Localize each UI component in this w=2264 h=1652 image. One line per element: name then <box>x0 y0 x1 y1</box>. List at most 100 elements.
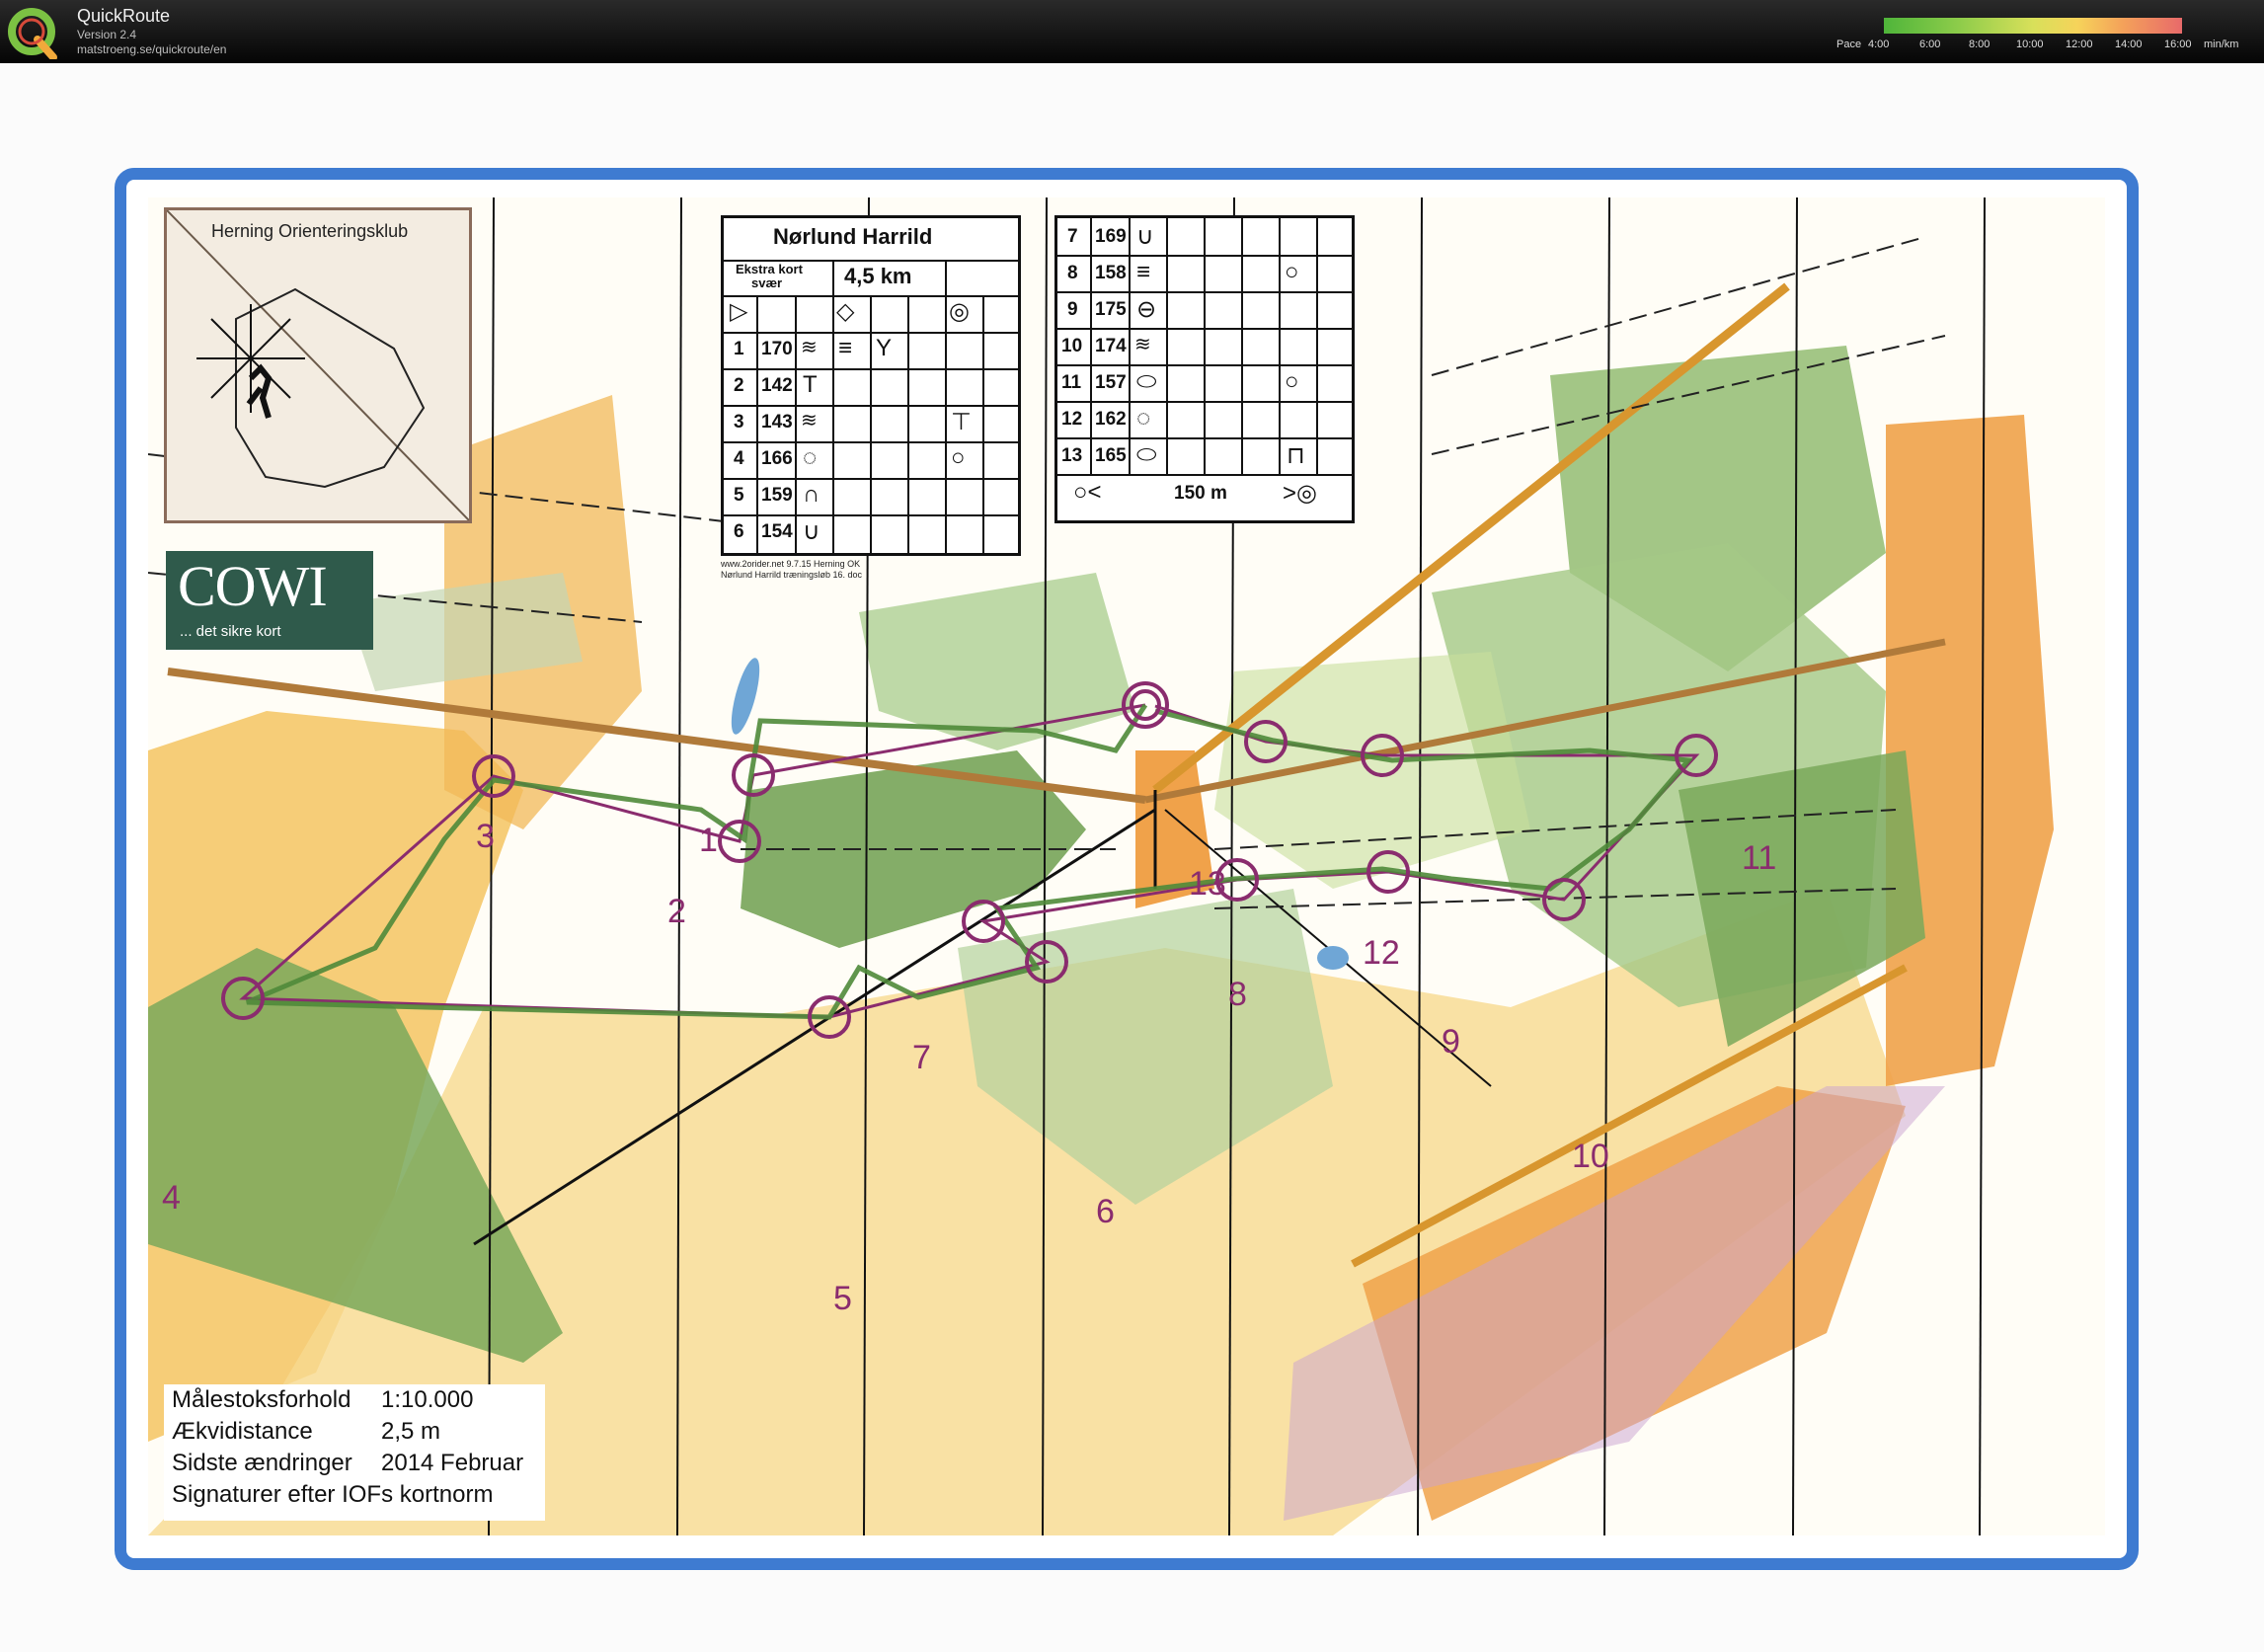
control-label-11: 11 <box>1742 839 1777 877</box>
info-label: Ækvidistance <box>172 1418 313 1445</box>
circle-icon: ○ <box>1285 259 1299 285</box>
control-code: 154 <box>761 521 793 542</box>
app-url: matstroeng.se/quickroute/en <box>77 42 227 56</box>
diamond-icon: ◇ <box>836 298 855 325</box>
control-label-6: 6 <box>1096 1193 1115 1230</box>
dotted-circle-icon: ◌ <box>1136 405 1151 432</box>
oval-icon: ⬭ <box>1136 441 1157 468</box>
control-code: 142 <box>761 375 793 396</box>
control-number: 7 <box>1067 226 1078 247</box>
depression-icon: ∪ <box>803 518 820 545</box>
app-name: QuickRoute <box>77 6 171 26</box>
info-value: 2014 Februar <box>381 1450 524 1476</box>
finish-distance: 150 m <box>1174 483 1227 504</box>
control-label-4: 4 <box>162 1179 181 1217</box>
marsh-icon: ≋ <box>1134 334 1151 355</box>
start-triangle-icon: ▷ <box>730 298 748 325</box>
marsh-icon: ≋ <box>801 410 818 432</box>
control-circle-icon: ◎ <box>949 298 970 325</box>
control-number: 13 <box>1061 445 1083 466</box>
control-number: 5 <box>734 485 744 506</box>
pace-tick: 12:00 <box>2066 39 2093 50</box>
control-label-8: 8 <box>1228 976 1247 1013</box>
pace-tick: 4:00 <box>1868 39 1890 50</box>
credit-line: Nørlund Harrild træningsløb 16. doc <box>721 570 863 580</box>
control-number: 2 <box>734 375 744 396</box>
finish-start-icon: ○< <box>1073 479 1102 506</box>
app-header: QuickRoute Version 2.4 matstroeng.se/qui… <box>0 0 2264 63</box>
pace-unit: min/km <box>2204 39 2239 50</box>
dotted-circle-icon: ◌ <box>803 444 818 471</box>
knoll-icon: ∩ <box>803 481 820 508</box>
control-code: 159 <box>761 485 793 506</box>
pace-tick: 6:00 <box>1919 39 1941 50</box>
control-label-2: 2 <box>667 893 686 930</box>
control-code: 143 <box>761 412 793 433</box>
control-number: 3 <box>734 412 744 433</box>
control-label-13: 13 <box>1189 865 1226 903</box>
sponsor-name: COWI <box>178 554 328 618</box>
control-number: 6 <box>734 521 744 542</box>
equals-icon: ≡ <box>1136 259 1151 285</box>
app-version: Version 2.4 <box>77 28 137 41</box>
control-number: 8 <box>1067 263 1078 283</box>
control-code: 158 <box>1095 263 1127 283</box>
junction-icon: T <box>803 371 818 398</box>
pace-ticks: 4:00 6:00 8:00 10:00 12:00 14:00 16:00 <box>1868 39 2192 52</box>
quickroute-logo-icon <box>8 8 57 59</box>
info-value: 2,5 m <box>381 1418 441 1445</box>
control-number: 4 <box>734 448 744 469</box>
control-label-7: 7 <box>912 1039 931 1076</box>
control-code: 174 <box>1095 336 1127 356</box>
info-value: 1:10.000 <box>381 1386 474 1413</box>
pace-tick: 10:00 <box>2016 39 2044 50</box>
control-number: 11 <box>1061 372 1082 393</box>
course-length: 4,5 km <box>844 264 912 288</box>
control-descriptions-1: Nørlund Harrild Ekstra kort svær 4,5 km … <box>721 215 1021 556</box>
info-label: Sidste ændringer <box>172 1450 352 1476</box>
control-code: 162 <box>1095 409 1127 430</box>
control-code: 170 <box>761 339 793 359</box>
control-code: 169 <box>1095 226 1127 247</box>
club-inset-map <box>164 207 472 523</box>
course-title: Nørlund Harrild <box>773 224 933 249</box>
control-label-10: 10 <box>1572 1138 1609 1175</box>
pace-label: Pace <box>1836 39 1862 50</box>
info-label: Målestoksforhold <box>172 1386 351 1413</box>
control-code: 165 <box>1095 445 1127 466</box>
pace-tick: 16:00 <box>2164 39 2192 50</box>
course-difficulty: svær <box>751 275 783 290</box>
control-label-12: 12 <box>1363 934 1400 972</box>
sponsor-tagline: ... det sikre kort <box>180 623 281 640</box>
denmark-inset-icon <box>166 209 470 521</box>
q-circle-icon: ○ <box>1285 368 1299 395</box>
map-info-box: Målestoksforhold 1:10.000 Ækvidistance 2… <box>164 1384 545 1521</box>
control-number: 12 <box>1061 409 1083 430</box>
control-number: 1 <box>734 339 744 359</box>
oval-icon: ⬭ <box>1136 368 1157 395</box>
pace-tick: 14:00 <box>2115 39 2143 50</box>
pace-tick: 8:00 <box>1969 39 1991 50</box>
course-class: Ekstra kort <box>736 262 803 276</box>
info-label: Signaturer efter IOFs kortnorm <box>172 1481 494 1508</box>
control-code: 166 <box>761 448 793 469</box>
credit-line: www.2orider.net 9.7.15 Herning OK <box>721 559 861 569</box>
control-label-3: 3 <box>476 818 495 855</box>
depression-icon: ∪ <box>1136 223 1154 250</box>
pace-color-scale <box>1884 18 2182 34</box>
control-descriptions-2: 7 169 8 158 9 175 10 174 11 157 12 162 1… <box>1054 215 1355 523</box>
gate-icon: ⊓ <box>1287 442 1305 469</box>
control-label-1: 1 <box>699 822 718 859</box>
circle-icon: ○ <box>951 444 966 471</box>
bend-icon: ⊤ <box>951 409 972 435</box>
fork-icon: Y <box>876 335 893 361</box>
finish-icon: >◎ <box>1283 480 1317 507</box>
marsh-icon: ≋ <box>801 337 818 358</box>
control-code: 175 <box>1095 299 1127 320</box>
control-number: 10 <box>1061 336 1083 356</box>
lake <box>1317 946 1349 970</box>
control-code: 157 <box>1095 372 1127 393</box>
rootstock-icon: ⊖ <box>1136 296 1157 323</box>
control-number: 9 <box>1067 299 1078 320</box>
control-label-9: 9 <box>1442 1023 1460 1061</box>
